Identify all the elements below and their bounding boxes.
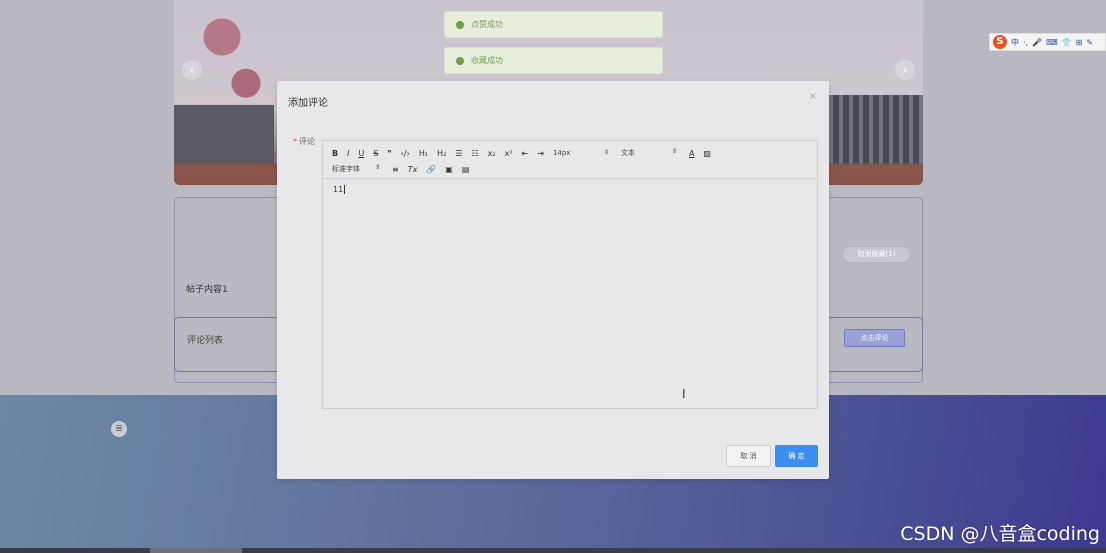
editor-toolbar: B I U S ❞ ‹/› H₁ H₂ ☰ ☷ x₂ x² ⇤ ⇥ 14px ⇕ … xyxy=(323,141,817,179)
post-content: 帖子内容1 xyxy=(186,285,228,295)
bold-button[interactable]: B xyxy=(332,149,338,158)
align-button[interactable]: ≡ xyxy=(392,165,399,174)
comment-field-label: * 评论 xyxy=(293,137,315,146)
success-toast: 点赞成功 xyxy=(444,11,663,38)
microphone-icon[interactable]: 🎤 xyxy=(1032,38,1042,47)
check-circle-icon xyxy=(456,21,464,29)
bullet-list-button[interactable]: ☷ xyxy=(471,149,478,158)
watermark: CSDN @八音盒coding xyxy=(900,523,1100,545)
document-icon[interactable]: ≣ xyxy=(111,421,127,437)
select-arrow-icon: ⇕ xyxy=(671,148,677,155)
ime-punctuation-icon[interactable]: ·, xyxy=(1023,38,1028,47)
building-image-left xyxy=(174,105,274,165)
heading1-button[interactable]: H₁ xyxy=(419,149,428,158)
chevron-left-icon[interactable]: ‹ xyxy=(182,60,202,80)
comment-list-label: 评论列表 xyxy=(187,336,224,346)
ordered-list-button[interactable]: ☰ xyxy=(455,149,462,158)
header-select[interactable]: 文本 ⇕ xyxy=(621,148,677,158)
chevron-right-icon[interactable]: › xyxy=(895,60,915,80)
mouse-cursor-icon: I xyxy=(682,387,686,401)
success-toast: 收藏成功 xyxy=(444,47,663,74)
sogou-logo-icon[interactable]: S xyxy=(993,35,1007,49)
building-image-right xyxy=(823,95,923,165)
rich-text-editor[interactable]: B I U S ❞ ‹/› H₁ H₂ ☰ ☷ x₂ x² ⇤ ⇥ 14px ⇕ … xyxy=(322,140,818,409)
italic-button[interactable]: I xyxy=(347,149,349,158)
video-icon[interactable]: ▤ xyxy=(462,165,470,174)
toast-text: 点赞成功 xyxy=(471,20,503,29)
code-block-button[interactable]: ‹/› xyxy=(401,149,410,158)
grid-icon[interactable]: ⊞ xyxy=(1076,38,1083,47)
underline-button[interactable]: U xyxy=(358,149,364,158)
strike-button[interactable]: S xyxy=(373,149,378,158)
indent-button[interactable]: ⇥ xyxy=(537,149,544,158)
editor-content-area[interactable]: 11 xyxy=(323,179,817,200)
toast-text: 收藏成功 xyxy=(471,56,503,65)
pen-icon[interactable]: ✎ xyxy=(1086,38,1093,47)
image-icon[interactable]: ▣ xyxy=(445,165,453,174)
link-icon[interactable]: 🔗 xyxy=(426,165,436,174)
superscript-button[interactable]: x² xyxy=(505,149,513,158)
heading2-button[interactable]: H₂ xyxy=(437,149,446,158)
ime-chinese-mode[interactable]: 中 xyxy=(1011,37,1019,48)
taskbar xyxy=(0,548,1106,553)
confirm-button[interactable]: 确 定 xyxy=(775,445,818,467)
editor-text: 11 xyxy=(333,185,344,194)
ime-toolbar[interactable]: S 中 ·, 🎤 ⌨ 👕 ⊞ ✎ xyxy=(989,33,1106,51)
skin-icon[interactable]: 👕 xyxy=(1062,38,1072,47)
font-family-select[interactable]: 标准字体 ⇕ xyxy=(332,164,380,174)
collect-button[interactable]: 取消收藏(1) xyxy=(842,246,911,263)
clear-format-button[interactable]: Tx xyxy=(408,165,418,174)
subscript-button[interactable]: x₂ xyxy=(488,149,496,158)
font-size-select[interactable]: 14px ⇕ xyxy=(553,149,609,157)
text-caret xyxy=(344,185,346,194)
outdent-button[interactable]: ⇤ xyxy=(522,149,529,158)
add-comment-button[interactable]: 点击评论 xyxy=(844,329,905,347)
cancel-button[interactable]: 取 消 xyxy=(726,445,771,467)
check-circle-icon xyxy=(456,57,464,65)
required-mark: * xyxy=(293,137,297,146)
add-comment-dialog: 添加评论 × * 评论 B I U S ❞ ‹/› H₁ H₂ ☰ ☷ x₂ x²… xyxy=(277,81,829,479)
select-arrow-icon: ⇕ xyxy=(603,149,609,156)
select-arrow-icon: ⇕ xyxy=(374,164,380,171)
background-color-button[interactable]: ▨ xyxy=(703,149,711,158)
font-color-button[interactable]: A xyxy=(689,149,694,158)
close-icon[interactable]: × xyxy=(809,91,817,102)
blockquote-button[interactable]: ❞ xyxy=(387,149,391,158)
keyboard-icon[interactable]: ⌨ xyxy=(1046,38,1058,47)
dialog-title: 添加评论 xyxy=(288,98,328,109)
